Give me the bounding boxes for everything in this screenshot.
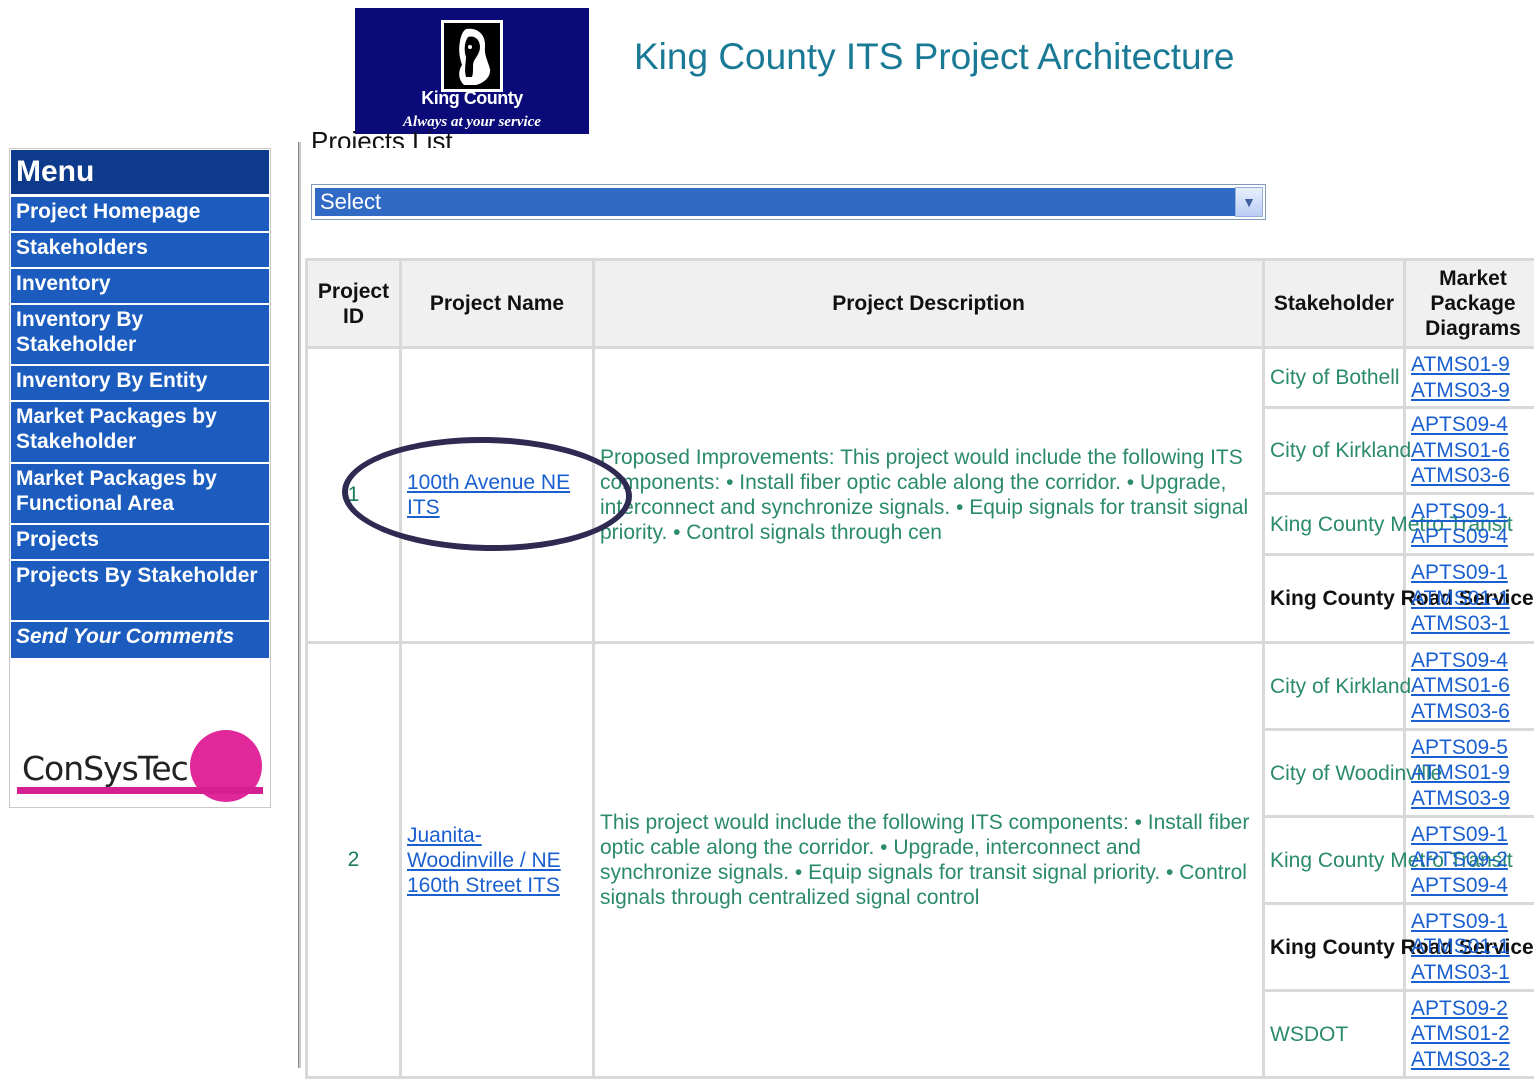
consystec-underline xyxy=(17,787,263,794)
header-project-description: Project Description xyxy=(594,260,1264,348)
stakeholder-cell: City of Bothell xyxy=(1264,348,1405,408)
market-package-link[interactable]: ATMS01-9 xyxy=(1411,760,1534,786)
table-row: 1 100th Avenue NE ITS Proposed Improveme… xyxy=(307,348,1534,408)
stakeholder-cell: King County Road Services xyxy=(1264,904,1405,991)
market-package-cell: APTS09-5 ATMS01-9 ATMS03-9 xyxy=(1405,730,1534,817)
stakeholder-cell: WSDOT xyxy=(1264,991,1405,1078)
sidebar-menu: Menu Project Homepage Stakeholders Inven… xyxy=(9,148,271,808)
stakeholder-cell: King County Metro Transit xyxy=(1264,817,1405,904)
menu-item-inventory[interactable]: Inventory xyxy=(11,267,269,303)
market-package-link[interactable]: APTS09-1 xyxy=(1411,822,1534,848)
menu-item-projects-by-stakeholder[interactable]: Projects By Stakeholder xyxy=(11,559,269,620)
header-project-id: Project ID xyxy=(307,260,401,348)
project-name-cell: Juanita-Woodinville / NE 160th Street IT… xyxy=(401,643,594,1078)
market-package-link[interactable]: ATMS03-1 xyxy=(1411,611,1534,637)
market-package-cell: APTS09-1 APTS09-2 APTS09-4 xyxy=(1405,817,1534,904)
menu-item-projects[interactable]: Projects xyxy=(11,523,269,559)
stakeholder-cell: King County Road Services xyxy=(1264,555,1405,643)
table-header-row: Project ID Project Name Project Descript… xyxy=(307,260,1534,348)
header-market-package-diagrams: Market Package Diagrams xyxy=(1405,260,1534,348)
market-package-link[interactable]: ATMS03-6 xyxy=(1411,699,1534,725)
market-package-link[interactable]: ATMS01-6 xyxy=(1411,673,1534,699)
stakeholder-cell: King County Metro Transit xyxy=(1264,494,1405,555)
project-name-cell: 100th Avenue NE ITS xyxy=(401,348,594,643)
stakeholder-cell: City of Kirkland xyxy=(1264,408,1405,494)
header-project-name: Project Name xyxy=(401,260,594,348)
chevron-down-icon[interactable]: ▼ xyxy=(1235,187,1263,217)
market-package-link[interactable]: APTS09-4 xyxy=(1411,648,1534,674)
projects-table: Project ID Project Name Project Descript… xyxy=(305,258,1534,1079)
project-name-link[interactable]: 100th Avenue NE ITS xyxy=(407,471,570,519)
site-title: King County ITS Project Architecture xyxy=(634,36,1235,78)
header-stakeholder: Stakeholder xyxy=(1264,260,1405,348)
menu-item-project-homepage[interactable]: Project Homepage xyxy=(11,195,269,231)
market-package-link[interactable]: APTS09-1 xyxy=(1411,560,1534,586)
market-package-link[interactable]: ATMS03-9 xyxy=(1411,378,1534,404)
market-package-link[interactable]: APTS09-2 xyxy=(1411,847,1534,873)
market-package-link[interactable]: ATMS03-6 xyxy=(1411,463,1534,489)
stakeholder-cell: City of Woodinville xyxy=(1264,730,1405,817)
market-package-link[interactable]: APTS09-5 xyxy=(1411,735,1534,761)
menu-item-inventory-by-stakeholder[interactable]: Inventory By Stakeholder xyxy=(11,303,269,364)
menu-item-inventory-by-entity[interactable]: Inventory By Entity xyxy=(11,364,269,400)
market-package-cell: ATMS01-9 ATMS03-9 xyxy=(1405,348,1534,408)
table-row: 2 Juanita-Woodinville / NE 160th Street … xyxy=(307,643,1534,730)
king-county-logo: King County Always at your service xyxy=(355,8,589,134)
menu-item-stakeholders[interactable]: Stakeholders xyxy=(11,231,269,267)
market-package-link[interactable]: ATMS01-6 xyxy=(1411,438,1534,464)
market-package-link[interactable]: APTS09-4 xyxy=(1411,412,1534,438)
consystec-logo-text: ConSysTec xyxy=(22,749,188,788)
market-package-link[interactable]: APTS09-4 xyxy=(1411,524,1534,550)
project-select-value: Select xyxy=(315,188,1243,216)
project-description-cell: This project would include the following… xyxy=(594,643,1264,1078)
project-id-cell: 2 xyxy=(307,643,401,1078)
market-package-link[interactable]: ATMS03-1 xyxy=(1411,960,1534,986)
project-name-link[interactable]: Juanita-Woodinville / NE 160th Street IT… xyxy=(407,824,561,897)
market-package-cell: APTS09-4 ATMS01-6 ATMS03-6 xyxy=(1405,408,1534,494)
content-divider xyxy=(298,142,301,1068)
market-package-link[interactable]: ATMS03-9 xyxy=(1411,786,1534,812)
page-heading-text: Projects List xyxy=(311,126,511,148)
stakeholder-cell: City of Kirkland xyxy=(1264,643,1405,730)
king-county-emblem-icon xyxy=(441,20,503,92)
market-package-cell: APTS09-2 ATMS01-2 ATMS03-2 xyxy=(1405,991,1534,1078)
market-package-link[interactable]: APTS09-1 xyxy=(1411,909,1534,935)
page-heading: Projects List xyxy=(311,122,511,148)
project-description-cell: Proposed Improvements: This project woul… xyxy=(594,348,1264,643)
logo-brand-text: King County xyxy=(355,88,589,109)
menu-heading: Menu xyxy=(11,150,269,194)
market-package-link[interactable]: APTS09-4 xyxy=(1411,873,1534,899)
project-id-cell: 1 xyxy=(307,348,401,643)
market-package-cell: APTS09-1 APTS09-4 xyxy=(1405,494,1534,555)
menu-item-market-packages-by-functional-area[interactable]: Market Packages by Functional Area xyxy=(11,462,269,523)
project-select-dropdown[interactable]: Select ▼ xyxy=(311,184,1266,220)
market-package-link[interactable]: ATMS01-9 xyxy=(1411,352,1534,378)
menu-item-send-your-comments[interactable]: Send Your Comments xyxy=(11,620,269,658)
market-package-link[interactable]: ATMS01-2 xyxy=(1411,1021,1534,1047)
menu-item-market-packages-by-stakeholder[interactable]: Market Packages by Stakeholder xyxy=(11,400,269,462)
market-package-cell: APTS09-4 ATMS01-6 ATMS03-6 xyxy=(1405,643,1534,730)
market-package-link[interactable]: ATMS03-2 xyxy=(1411,1047,1534,1073)
consystec-logo[interactable]: ConSysTec xyxy=(15,727,263,801)
market-package-link[interactable]: APTS09-2 xyxy=(1411,996,1534,1022)
market-package-link[interactable]: APTS09-1 xyxy=(1411,499,1534,525)
